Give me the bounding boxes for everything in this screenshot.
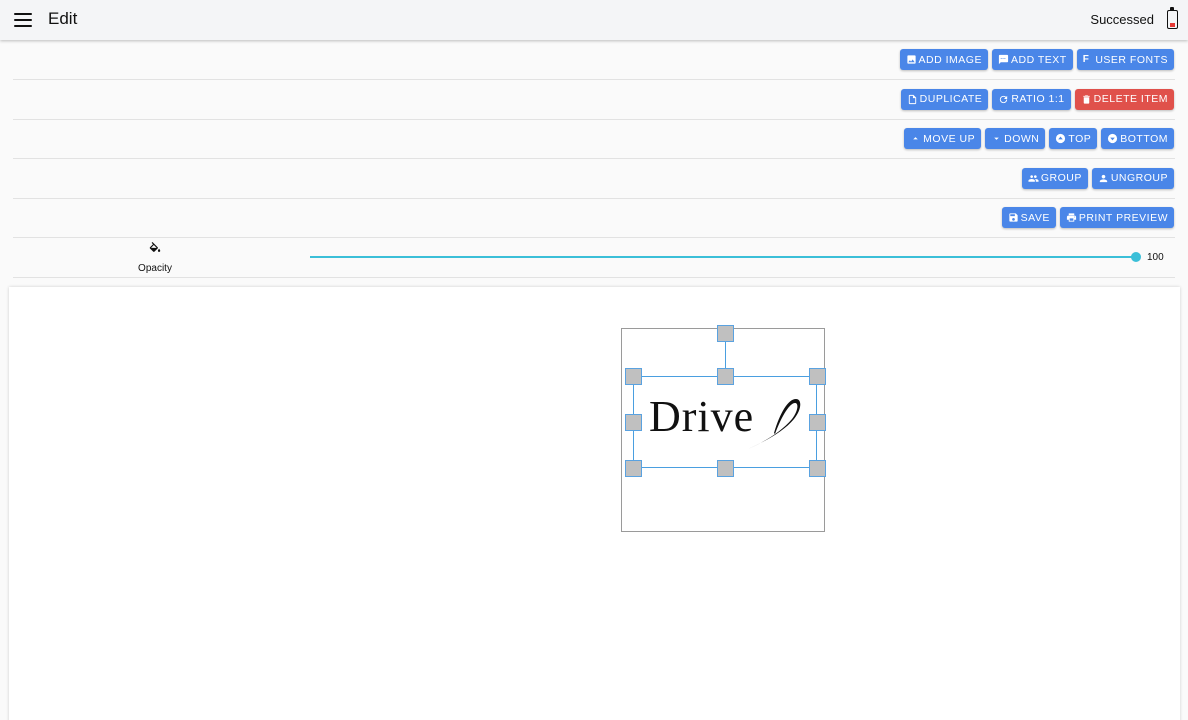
bottom-button[interactable]: BOTTOM <box>1101 128 1174 150</box>
down-button[interactable]: DOWN <box>985 128 1046 150</box>
file-copy-icon <box>908 94 916 104</box>
toolbar-row: DUPLICATE RATIO 1:1 DELETE ITEM <box>13 80 1175 120</box>
button-label: DUPLICATE <box>919 93 983 106</box>
refresh-icon <box>1000 95 1008 103</box>
toolbar-row: MOVE UP DOWN TOP BOTTOM <box>13 119 1175 160</box>
button-label: ADD TEXT <box>1010 53 1067 66</box>
button-label: SAVE <box>1020 211 1050 224</box>
app-bar: Edit Successed <box>0 0 1188 40</box>
hamburger-menu-icon[interactable] <box>14 11 32 29</box>
button-label: DOWN <box>1004 132 1040 145</box>
ungroup-button[interactable]: UNGROUP <box>1091 167 1174 189</box>
opacity-value: 100 <box>1147 252 1164 263</box>
text-message-icon <box>998 54 1009 65</box>
resize-handle-bottom-left[interactable] <box>625 460 642 477</box>
button-label: ADD IMAGE <box>918 53 982 66</box>
button-label: TOP <box>1068 132 1092 145</box>
rotate-handle[interactable] <box>717 325 734 342</box>
toolbar-row: GROUP UNGROUP <box>13 159 1175 199</box>
opacity-label: Opacity <box>138 263 172 274</box>
button-label: USER FONTS <box>1095 53 1168 66</box>
caret-up-icon <box>913 137 918 140</box>
status-text: Successed <box>1090 12 1154 27</box>
person-icon <box>1099 174 1107 182</box>
resize-handle-bottom-right[interactable] <box>809 460 826 477</box>
toolbar-row: ADD IMAGE ADD TEXT F USER FONTS <box>13 40 1175 80</box>
add-text-button[interactable]: ADD TEXT <box>991 49 1073 70</box>
opacity-control: Opacity 100 <box>13 238 1175 278</box>
design-canvas[interactable]: Drive <box>9 287 1180 720</box>
opacity-slider-track[interactable] <box>310 256 1136 258</box>
resize-handle-top[interactable] <box>717 368 734 385</box>
toolbar-row: SAVE PRINT PREVIEW <box>13 198 1175 239</box>
save-button[interactable]: SAVE <box>1001 207 1056 229</box>
group-button[interactable]: GROUP <box>1021 167 1088 189</box>
page-title: Edit <box>48 9 78 28</box>
resize-handle-right[interactable] <box>809 414 826 431</box>
top-button[interactable]: TOP <box>1049 128 1098 150</box>
move-up-button[interactable]: MOVE UP <box>904 128 982 150</box>
button-label: UNGROUP <box>1110 172 1168 185</box>
people-icon <box>1028 175 1039 182</box>
logo-swoosh-graphic <box>748 399 801 449</box>
floppy-disk-icon <box>1008 213 1018 223</box>
f-letter-icon: F <box>1082 54 1090 65</box>
opacity-slider-thumb[interactable] <box>1131 252 1141 262</box>
resize-handle-left[interactable] <box>625 414 642 431</box>
circle-down-icon <box>1108 134 1118 144</box>
resize-handle-bottom[interactable] <box>717 460 734 477</box>
button-label: MOVE UP <box>923 132 976 145</box>
battery-low-icon <box>1167 7 1178 29</box>
button-label: GROUP <box>1040 172 1082 185</box>
ratio-button[interactable]: RATIO 1:1 <box>992 88 1071 110</box>
resize-handle-top-left[interactable] <box>625 368 642 385</box>
duplicate-button[interactable]: DUPLICATE <box>900 88 989 110</box>
user-fonts-button[interactable]: F USER FONTS <box>1076 49 1174 70</box>
image-icon <box>906 55 916 64</box>
button-label: RATIO 1:1 <box>1011 93 1065 106</box>
add-image-button[interactable]: ADD IMAGE <box>899 49 988 70</box>
trash-icon <box>1082 94 1090 104</box>
delete-item-button[interactable]: DELETE ITEM <box>1074 88 1174 110</box>
printer-icon <box>1066 213 1076 223</box>
caret-down-icon <box>994 137 999 141</box>
button-label: PRINT PREVIEW <box>1078 211 1168 224</box>
paint-bucket-icon <box>149 242 161 252</box>
print-preview-button[interactable]: PRINT PREVIEW <box>1059 207 1174 229</box>
button-label: DELETE ITEM <box>1093 93 1168 106</box>
button-label: BOTTOM <box>1120 132 1168 145</box>
drive-logo-text[interactable]: Drive <box>649 395 754 439</box>
resize-handle-top-right[interactable] <box>809 368 826 385</box>
circle-up-icon <box>1056 134 1066 144</box>
